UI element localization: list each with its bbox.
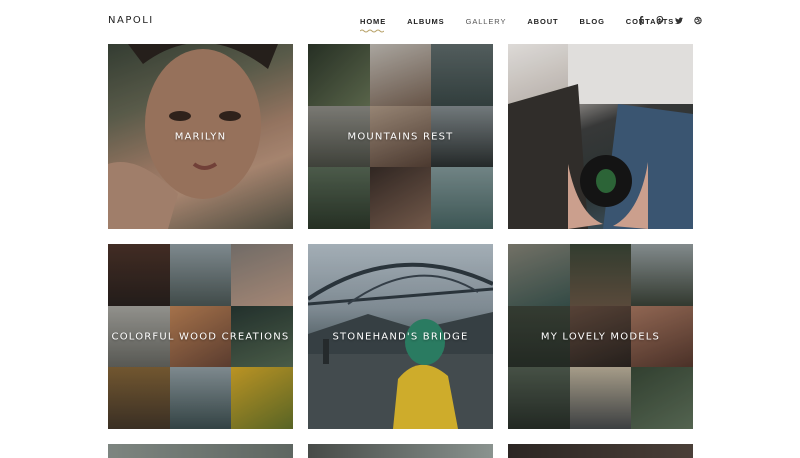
- nav-item-about[interactable]: ABOUT: [527, 17, 558, 26]
- tile-overlay: [508, 44, 693, 229]
- site-header: NAPOLI HOME ALBUMS GALLERY ABOUT BLOG CO…: [0, 0, 800, 44]
- nav-item-albums[interactable]: ALBUMS: [407, 17, 444, 26]
- facebook-icon[interactable]: [637, 16, 645, 25]
- album-tile-row3-2[interactable]: [308, 444, 493, 458]
- album-tile-knit[interactable]: [508, 44, 693, 229]
- album-title: MARILYN: [174, 131, 227, 142]
- dribbble-icon[interactable]: [694, 16, 702, 25]
- album-title: MY LOVELY MODELS: [540, 331, 661, 342]
- album-tile-mountains-rest[interactable]: MOUNTAINS REST: [308, 44, 493, 229]
- album-tile-my-lovely-models[interactable]: MY LOVELY MODELS: [508, 244, 693, 429]
- active-nav-underline: [360, 29, 384, 33]
- nav-item-home[interactable]: HOME: [360, 17, 386, 26]
- album-title: STONEHAND'S BRIDGE: [332, 331, 469, 342]
- album-tile-row3-1[interactable]: [108, 444, 293, 458]
- nav-item-blog[interactable]: BLOG: [580, 17, 605, 26]
- pinterest-icon[interactable]: [656, 16, 664, 25]
- album-title: MOUNTAINS REST: [347, 131, 454, 142]
- site-logo[interactable]: NAPOLI: [108, 15, 154, 26]
- twitter-icon[interactable]: [675, 16, 683, 25]
- album-title: COLORFUL WOOD CREATIONS: [111, 331, 290, 342]
- album-tile-row3-3[interactable]: [508, 444, 693, 458]
- album-tile-stonehands-bridge[interactable]: STONEHAND'S BRIDGE: [308, 244, 493, 429]
- album-tile-colorful-wood-creations[interactable]: COLORFUL WOOD CREATIONS: [108, 244, 293, 429]
- album-tile-marilyn[interactable]: MARILYN: [108, 44, 293, 229]
- nav-item-gallery[interactable]: GALLERY: [466, 17, 507, 26]
- social-links: [637, 16, 702, 25]
